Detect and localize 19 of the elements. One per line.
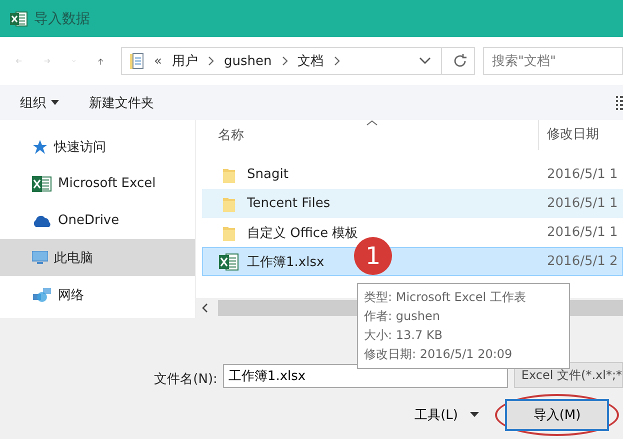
file-date: 2016/5/1 1 [547, 225, 619, 240]
tooltip-line: 作者: gushen [364, 308, 441, 325]
file-name: 工作簿1.xlsx [247, 254, 324, 270]
file-name: Tencent Files [247, 196, 330, 211]
file-name: Snagit [247, 167, 288, 182]
annotation-badge: 1 [354, 237, 392, 275]
tooltip-line: 修改日期: 2016/5/1 20:09 [364, 346, 514, 363]
tooltip-line: 大小: 13.7 KB [364, 327, 444, 344]
sidebar-label: OneDrive [58, 213, 120, 228]
sidebar-label: 快速访问 [54, 138, 106, 156]
file-date: 2016/5/1 2 [547, 254, 619, 269]
sidebar-label: 此电脑 [54, 250, 93, 266]
sidebar-label: 网络 [58, 286, 84, 304]
file-date: 2016/5/1 1 [547, 196, 619, 211]
window-title: 导入数据 [34, 10, 90, 28]
file-date: 2016/5/1 1 [547, 167, 619, 182]
tooltip-line: 类型: Microsoft Excel 工作表 [364, 289, 527, 306]
sidebar-label: Microsoft Excel [58, 176, 156, 191]
filename-label: 文件名(N): [153, 371, 218, 388]
